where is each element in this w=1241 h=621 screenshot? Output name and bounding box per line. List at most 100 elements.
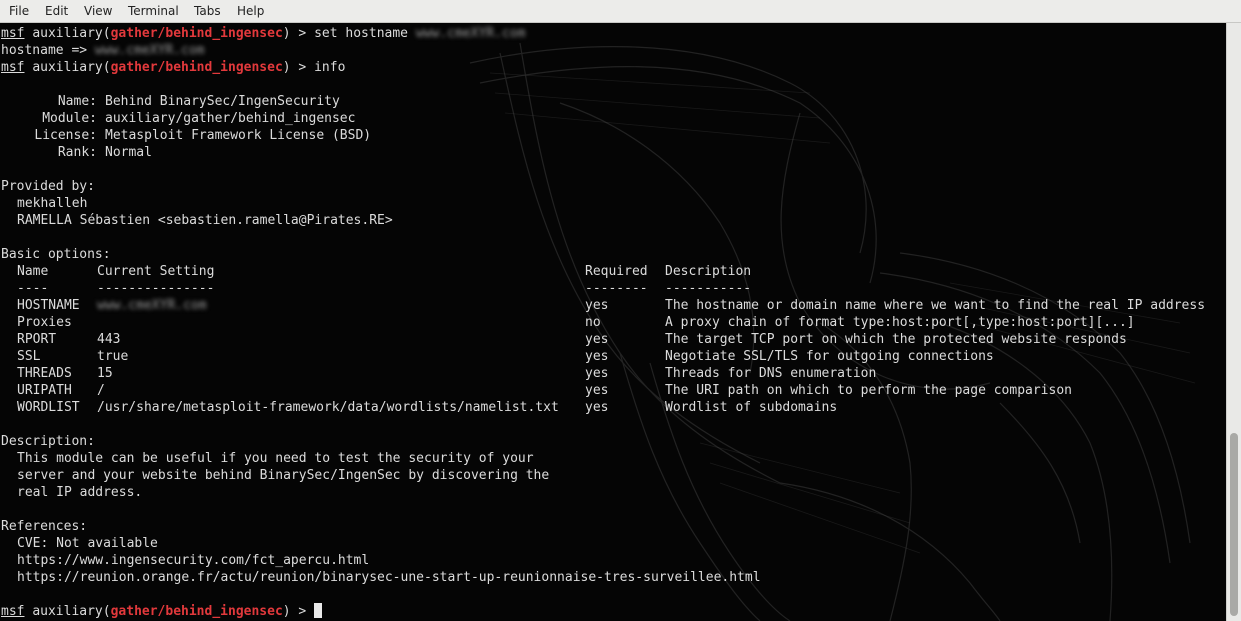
option-required: yes xyxy=(585,298,609,313)
command-text: info xyxy=(314,60,346,75)
divider: -------- xyxy=(585,281,648,296)
option-description: Threads for DNS enumeration xyxy=(665,366,877,381)
option-name: Proxies xyxy=(17,315,72,330)
prompt-user: msf xyxy=(1,60,25,75)
text-cursor xyxy=(314,603,323,618)
menu-edit[interactable]: Edit xyxy=(45,4,68,19)
author: RAMELLA Sébastien <sebastien.ramella@Pir… xyxy=(17,213,393,228)
col-header-required: Required xyxy=(585,264,648,279)
option-description: The hostname or domain name where we wan… xyxy=(665,298,1206,313)
option-row: URIPATH / yes The URI path on which to p… xyxy=(1,382,1072,399)
prompt-line[interactable]: msf auxiliary(gather/behind_ingensec) > xyxy=(1,603,525,620)
option-row: SSL true yes Negotiate SSL/TLS for outgo… xyxy=(1,348,994,365)
prompt-suffix: ) > xyxy=(282,26,315,41)
option-setting: true xyxy=(97,349,129,364)
description-line: server and your website behind BinarySec… xyxy=(1,467,549,484)
command-text: set hostname xyxy=(314,26,409,41)
vertical-scrollbar[interactable] xyxy=(1226,23,1241,621)
description-line: This module can be useful if you need to… xyxy=(1,450,534,467)
redacted-hostname: www.cmeXYR.com xyxy=(94,43,205,58)
hostname-echo: hostname => xyxy=(1,43,95,58)
options-divider-row: ---- --------------- -------- ----------… xyxy=(1,280,751,297)
prompt-module: gather/behind_ingensec xyxy=(110,60,283,75)
reference-line: https://www.ingensecurity.com/fct_apercu… xyxy=(1,552,525,569)
option-required: yes xyxy=(585,349,609,364)
terminal-view[interactable]: msf auxiliary(gather/behind_ingensec) > … xyxy=(0,23,1226,621)
reference-line: CVE: Not available xyxy=(1,535,525,552)
option-name: HOSTNAME xyxy=(17,298,80,313)
col-header-description: Description xyxy=(665,264,752,279)
option-setting: / xyxy=(97,383,105,398)
info-label: Name: xyxy=(57,94,97,109)
description-text: real IP address. xyxy=(17,485,143,500)
prompt-word: auxiliary( xyxy=(32,26,111,41)
info-value: Normal xyxy=(105,145,152,160)
option-description: The URI path on which to perform the pag… xyxy=(665,383,1072,398)
option-description: The target TCP port on which the protect… xyxy=(665,332,1127,347)
reference-url[interactable]: https://www.ingensecurity.com/fct_apercu… xyxy=(17,552,369,569)
menu-file[interactable]: File xyxy=(9,4,29,19)
option-required: yes xyxy=(585,332,609,347)
description-text: server and your website behind BinarySec… xyxy=(17,468,550,483)
divider: ----------- xyxy=(665,281,752,296)
menu-view[interactable]: View xyxy=(84,4,112,19)
section-heading: Basic options: xyxy=(1,247,111,262)
output-line: hostname => www.cmeXYR.com xyxy=(1,42,525,59)
option-setting: 15 xyxy=(97,366,113,381)
menu-tabs[interactable]: Tabs xyxy=(194,4,221,19)
author-line: mekhalleh xyxy=(1,195,525,212)
reference-cve: CVE: Not available xyxy=(17,536,158,551)
option-setting: /usr/share/metasploit-framework/data/wor… xyxy=(97,400,559,415)
section-heading: Provided by: xyxy=(1,179,95,194)
info-line: License: Metasploit Framework License (BS… xyxy=(1,127,525,144)
option-required: yes xyxy=(585,383,609,398)
menu-terminal[interactable]: Terminal xyxy=(128,4,179,19)
prompt-suffix: ) > xyxy=(282,60,315,75)
col-header-setting: Current Setting xyxy=(97,264,215,279)
info-line: Rank: Normal xyxy=(1,144,525,161)
option-row: WORDLIST /usr/share/metasploit-framework… xyxy=(1,399,837,416)
prompt-module: gather/behind_ingensec xyxy=(110,604,283,619)
option-name: URIPATH xyxy=(17,383,72,398)
prompt-word: auxiliary( xyxy=(32,604,111,619)
prompt-user: msf xyxy=(1,604,25,619)
section-heading: Description: xyxy=(1,434,95,449)
menu-help[interactable]: Help xyxy=(237,4,264,19)
prompt-line: msf auxiliary(gather/behind_ingensec) > … xyxy=(1,25,525,42)
info-value: Metasploit Framework License (BSD) xyxy=(105,128,372,143)
author: mekhalleh xyxy=(17,196,88,211)
prompt-line: msf auxiliary(gather/behind_ingensec) > … xyxy=(1,59,525,76)
col-header-name: Name xyxy=(17,264,49,279)
terminal-output: msf auxiliary(gather/behind_ingensec) > … xyxy=(1,25,1205,620)
options-header-row: Name Current Setting Required Descriptio… xyxy=(1,263,751,280)
menu-bar: File Edit View Terminal Tabs Help xyxy=(0,0,1241,23)
divider: ---- xyxy=(17,281,49,296)
option-setting: 443 xyxy=(97,332,121,347)
divider: --------------- xyxy=(97,281,215,296)
option-name: THREADS xyxy=(17,366,72,381)
prompt-suffix: ) > xyxy=(282,604,315,619)
option-required: yes xyxy=(585,400,609,415)
description-line: real IP address. xyxy=(1,484,525,501)
option-required: yes xyxy=(585,366,609,381)
option-description: Negotiate SSL/TLS for outgoing connectio… xyxy=(665,349,994,364)
scrollbar-thumb[interactable] xyxy=(1230,433,1238,616)
option-setting: www.cmeXYR.com xyxy=(97,298,207,313)
option-name: SSL xyxy=(17,349,41,364)
info-value: Behind BinarySec/IngenSecurity xyxy=(105,94,340,109)
info-label: Rank: xyxy=(57,145,97,160)
reference-line: https://reunion.orange.fr/actu/reunion/b… xyxy=(1,569,761,586)
info-label: Module: xyxy=(42,111,97,126)
section-heading: References: xyxy=(1,519,88,534)
option-row: THREADS 15 yes Threads for DNS enumerati… xyxy=(1,365,876,382)
reference-url[interactable]: https://reunion.orange.fr/actu/reunion/b… xyxy=(17,569,761,586)
prompt-word: auxiliary( xyxy=(32,60,111,75)
prompt-module: gather/behind_ingensec xyxy=(110,26,283,41)
option-description: A proxy chain of format type:host:port[,… xyxy=(665,315,1135,330)
